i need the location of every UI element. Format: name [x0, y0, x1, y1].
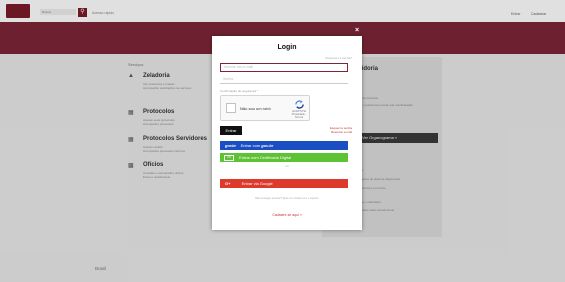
close-icon[interactable]: ×	[355, 27, 359, 34]
google-plus-icon: G+	[225, 181, 231, 186]
enter-button[interactable]: Entrar	[220, 126, 242, 135]
recaptcha-label: Não sou um robô	[240, 106, 271, 111]
gov-logo-icon: govbr	[225, 143, 237, 148]
certificate-icon: CD	[224, 154, 234, 161]
or-divider: ou	[285, 164, 289, 168]
verification-label: Confirmação de segurança *	[220, 89, 259, 93]
certificate-login-label: Entrar com Certificado Digital	[239, 155, 292, 160]
password-field[interactable]: Senha	[220, 76, 348, 84]
recaptcha-icon	[295, 100, 304, 109]
resend-email-link[interactable]: Reenviar e-mail	[331, 130, 352, 134]
google-login-button[interactable]: G+ Entrar via Google	[220, 179, 348, 188]
gov-brand-text: gov.br	[261, 143, 274, 148]
forgot-password-link[interactable]: Esqueceu a senha?	[325, 56, 352, 60]
login-modal: Login Esqueceu a senha? Informe seu e-ma…	[212, 36, 362, 230]
certificate-login-button[interactable]: CD Entrar com Certificado Digital	[220, 153, 348, 162]
recaptcha-checkbox[interactable]	[226, 103, 236, 113]
google-login-label: Entrar via Google	[241, 181, 273, 186]
support-note: Não consegue acessar? Entre em contato c…	[255, 197, 319, 200]
gov-login-label: Entrar com	[240, 143, 261, 148]
modal-title: Login	[277, 44, 297, 51]
alt-links: Esqueci a senha Reenviar e-mail	[330, 126, 352, 134]
gov-login-button[interactable]: govbr Entrar com gov.br	[220, 141, 348, 150]
recaptcha-brand: reCAPTCHA Privacidade - Termos	[291, 110, 307, 119]
register-link[interactable]: Cadastre-se aqui »	[212, 213, 362, 217]
recaptcha-widget: Não sou um robô reCAPTCHA Privacidade - T…	[220, 95, 310, 121]
email-field[interactable]: Informe seu e-mail	[220, 63, 348, 72]
